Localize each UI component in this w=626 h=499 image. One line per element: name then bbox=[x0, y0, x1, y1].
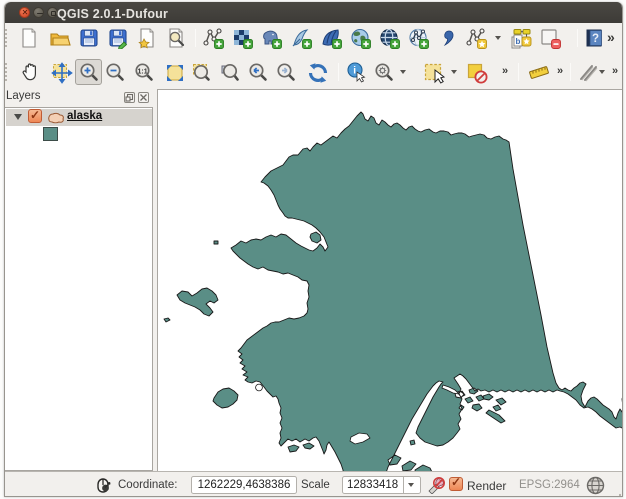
svg-text:?: ? bbox=[592, 33, 599, 45]
svg-text:1:1: 1:1 bbox=[138, 69, 148, 76]
svg-text:b: b bbox=[516, 37, 521, 46]
svg-text:i: i bbox=[353, 66, 356, 77]
